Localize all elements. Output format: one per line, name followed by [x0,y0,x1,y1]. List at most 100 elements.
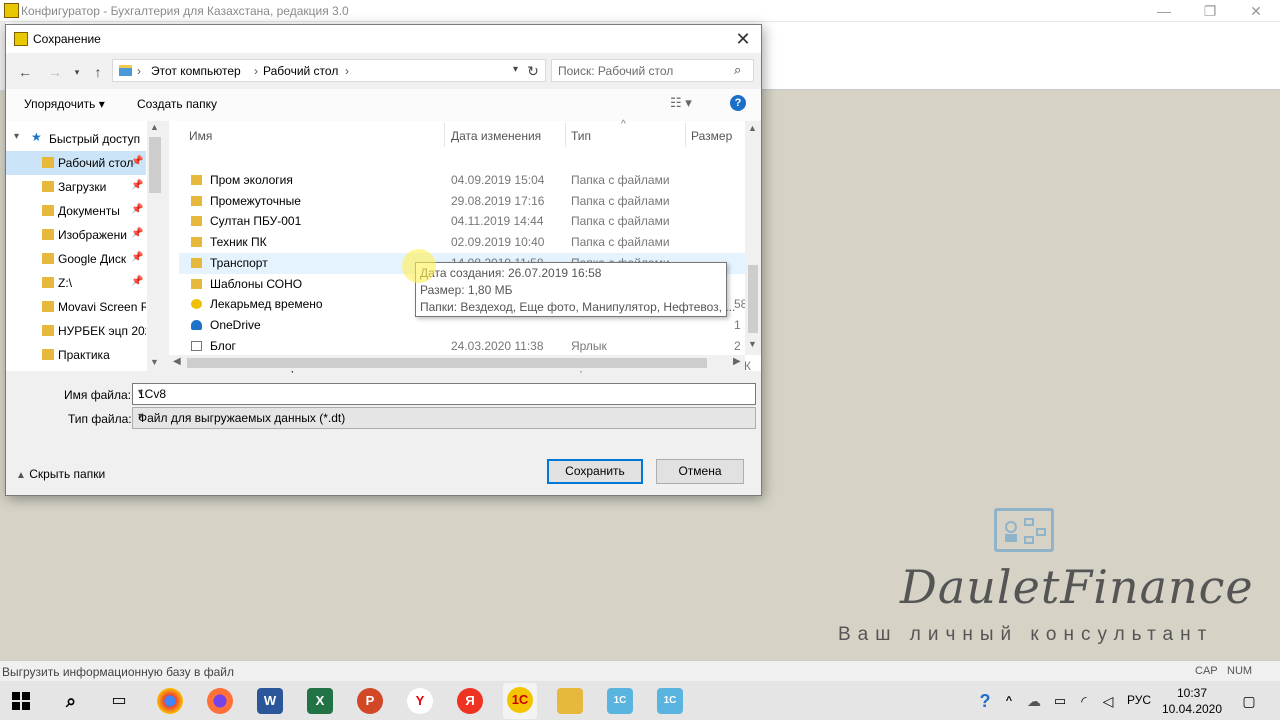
nav-item[interactable]: Google Диск 📌 [6,247,146,271]
nav-item[interactable]: Документы 📌 [6,199,146,223]
cancel-button[interactable]: Отмена [656,459,744,484]
task-view-icon[interactable]: ▭ [106,688,132,714]
search-placeholder: Поиск: Рабочий стол [558,64,674,78]
nav-quick-access[interactable]: ▾ ★ Быстрый доступ [6,127,146,151]
save-button[interactable]: Сохранить [547,459,643,484]
pin-icon[interactable]: 📌 [131,252,143,263]
onedrive-tray-icon[interactable]: ☁ [1024,688,1044,714]
onec-config-icon[interactable]: 1C [607,688,633,714]
onec-enterprise-icon[interactable]: 1C [657,688,683,714]
star-icon: ★ [31,130,42,144]
file-row[interactable]: Блог 24.03.2020 11:38 Ярлык 2 К [179,336,751,357]
clock[interactable]: 10:37 10.04.2020 [1160,685,1224,717]
filename-field[interactable]: 1Cv8 ▾ [132,383,756,405]
nav-item[interactable]: Movavi Screen R [6,295,146,319]
brand-name: DauletFinance [900,560,1254,614]
pin-icon[interactable]: 📌 [131,228,143,239]
help-icon[interactable]: ? [730,95,746,111]
yandex-icon[interactable]: Я [457,688,483,714]
network-wifi-icon[interactable]: ◜ [1074,688,1094,714]
nav-item[interactable]: НУРБЕК эцп 202 [6,319,146,343]
view-options-icon[interactable]: ☷ ▾ [670,95,692,111]
up-arrow-icon[interactable]: ↑ [87,61,109,83]
folder-icon [42,349,54,360]
file-type: Папка с файлами [571,173,670,187]
pin-icon[interactable]: 📌 [131,156,143,167]
minimize-button[interactable]: — [1141,0,1187,22]
maximize-button[interactable]: ❐ [1187,0,1233,22]
column-type[interactable]: Тип [571,129,591,143]
search-icon[interactable]: ⌕ [58,688,84,714]
file-type: Папка с файлами [571,193,670,208]
folder-icon [42,277,54,288]
hide-folders-toggle[interactable]: ▲ Скрыть папки [16,467,105,481]
yandex-browser-icon[interactable]: Y [407,688,433,714]
file-explorer-icon[interactable] [557,688,583,714]
file-name: OneDrive [210,317,261,332]
address-dropdown-icon[interactable]: ▾ [513,64,518,75]
word-icon[interactable]: W [257,688,283,714]
recent-chevron-icon[interactable]: ▾ [66,61,88,83]
filetype-select[interactable]: Файл для выгружаемых данных (*.dt) ▾ [132,407,756,429]
tooltip-folders: Папки: Вездеход, Еще фото, Манипулятор, … [420,300,736,314]
list-vertical-scrollbar[interactable]: ▲ ▼ [745,121,761,355]
file-row[interactable]: Пром экология 04.09.2019 15:04 Папка с фай… [179,170,751,191]
nav-item[interactable]: Рабочий стол 📌 [6,151,146,175]
language-indicator[interactable]: РУС [1127,693,1151,707]
nav-item[interactable]: Изображени 📌 [6,223,146,247]
folder-icon [42,301,54,312]
search-input[interactable]: Поиск: Рабочий стол ⌕ [551,59,754,82]
refresh-icon[interactable]: ↻ [522,60,544,82]
back-arrow-icon[interactable]: ← [14,61,36,83]
firefox-icon[interactable] [207,688,233,714]
cursor-highlight [402,249,436,283]
onedrive-icon [191,319,202,330]
folder-tooltip: Дата создания: 26.07.2019 16:58 Размер: … [415,262,735,317]
file-row[interactable]: Промежуточные 29.08.2019 17:16 Папка с фай… [179,191,751,212]
file-row[interactable]: Султан ПБУ-001 04.11.2019 14:44 Папка с фа… [179,211,751,232]
file-name: Блог [210,338,236,353]
organize-button[interactable]: Упорядочить ▾ [24,97,105,111]
breadcrumb-computer[interactable]: Этот компьютер [151,64,241,78]
chevron-down-icon[interactable]: ▾ [138,411,750,422]
onec-active-icon[interactable]: 1C [503,683,537,719]
nav-item[interactable]: Загрузки 📌 [6,175,146,199]
column-size[interactable]: Размер [691,129,732,143]
new-folder-button[interactable]: Создать папку [137,97,217,111]
powerpoint-icon[interactable]: P [357,688,383,714]
help-tray-icon[interactable]: ? [972,688,998,714]
status-bar: Выгрузить информационную базу в файл CAP… [0,660,1280,681]
brand-logo-icon [994,508,1054,552]
forward-arrow-icon[interactable]: → [44,61,66,83]
address-bar[interactable]: › Этот компьютер › Рабочий стол › ▾ [112,59,546,82]
nav-item[interactable]: Z:\ 📌 [6,271,146,295]
hide-folders-label: Скрыть папки [29,467,106,481]
num-indicator: NUM [1227,665,1253,677]
close-app-button[interactable]: ✕ [1233,0,1279,22]
column-name[interactable]: Имя [189,129,212,143]
caps-indicator: CAP [1195,665,1218,677]
start-windows-icon[interactable] [8,688,34,714]
network-icon[interactable]: ▭ [1050,688,1070,714]
chrome-icon[interactable] [157,688,183,714]
pin-icon[interactable]: 📌 [131,180,143,191]
dialog-close-icon[interactable]: ✕ [728,27,758,51]
pin-icon[interactable]: 📌 [131,276,143,287]
filename-label: Имя файла: [64,388,131,402]
file-row[interactable]: OneDrive 1 К [179,315,751,336]
expand-chevron-icon[interactable]: ▾ [14,131,19,142]
nav-scrollbar[interactable]: ▲ ▼ [147,121,163,371]
list-horizontal-scrollbar[interactable]: ◀ ▶ [169,355,745,371]
excel-icon[interactable]: X [307,688,333,714]
chevron-down-icon[interactable]: ▾ [138,387,750,398]
nav-item[interactable]: Практика [6,343,146,367]
nav-item-label: Загрузки [58,180,107,194]
taskbar: ⌕ ▭ W X P Y Я 1C 1C 1C ? ^ ☁ ▭ ◜ ◁ РУС 1… [0,681,1280,720]
column-date[interactable]: Дата изменения [451,129,541,143]
volume-icon[interactable]: ◁ [1098,688,1118,714]
file-row[interactable]: Техник ПК 02.09.2019 10:40 Папка с файлами [179,232,751,253]
pin-icon[interactable]: 📌 [131,204,143,215]
breadcrumb-desktop[interactable]: Рабочий стол [263,64,338,78]
notification-icon[interactable]: ▢ [1236,688,1262,714]
tray-chevron-icon[interactable]: ^ [1000,688,1018,714]
